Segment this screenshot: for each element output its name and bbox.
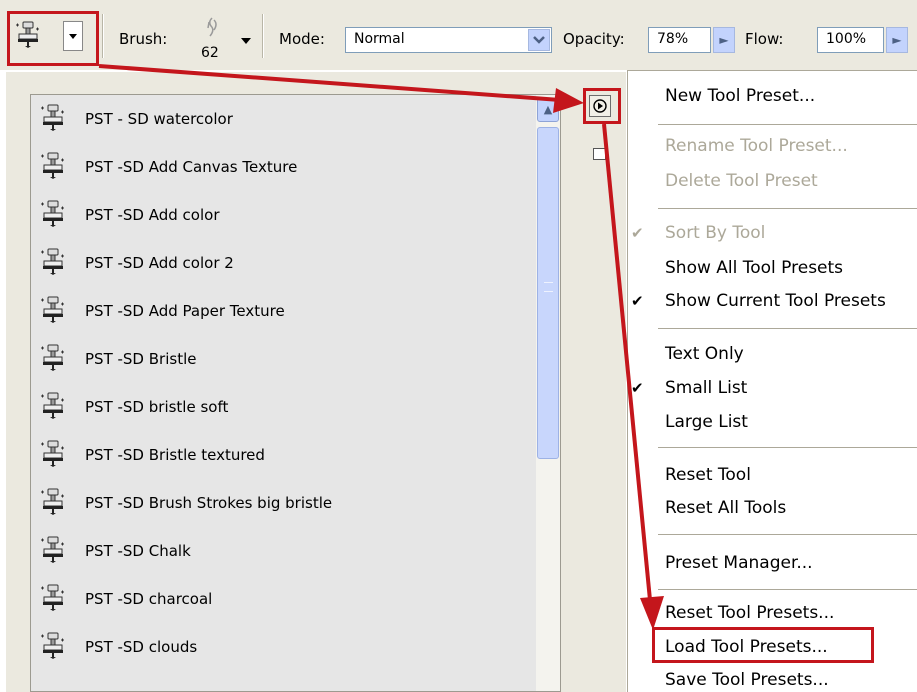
brush-dropdown-arrow-icon[interactable] — [241, 38, 251, 44]
preset-label: PST -SD clouds — [85, 638, 198, 656]
dock-to-palette-icon[interactable] — [593, 148, 606, 160]
preset-list-scrollbar[interactable]: ▲ — [536, 95, 560, 691]
brush-tip-icon — [207, 17, 217, 37]
menu-item-reset-all-tools[interactable]: Reset All Tools — [665, 497, 786, 519]
menu-item-new-tool-preset[interactable]: New Tool Preset... — [665, 85, 815, 107]
menu-item-reset-tool-presets[interactable]: Reset Tool Presets... — [665, 602, 834, 624]
menu-item-text-only[interactable]: Text Only — [665, 343, 744, 365]
flow-field[interactable]: 100% — [817, 27, 884, 53]
chevron-down-icon[interactable] — [528, 29, 550, 51]
preset-row[interactable]: PST -SD Chalk — [33, 529, 535, 573]
preset-label: PST -SD charcoal — [85, 590, 213, 608]
preset-row[interactable]: PST -SD Bristle textured — [33, 433, 535, 477]
preset-label: PST -SD Add Canvas Texture — [85, 158, 298, 176]
preset-row[interactable]: PST -SD clouds — [33, 625, 535, 669]
menu-item-small-list[interactable]: Small List — [665, 377, 747, 399]
brush-label: Brush: — [119, 30, 168, 48]
preset-label: PST -SD bristle soft — [85, 398, 229, 416]
stamp-tool-icon — [39, 439, 67, 467]
stamp-tool-icon — [39, 535, 67, 563]
preset-row[interactable]: PST -SD Add color — [33, 193, 535, 237]
toolbar-separator — [102, 14, 104, 58]
preset-label: PST - SD watercolor — [85, 110, 233, 128]
flow-slider-arrow-icon[interactable]: ► — [886, 27, 908, 53]
opacity-label: Opacity: — [563, 30, 625, 48]
grip-lines-icon — [544, 282, 553, 292]
stamp-tool-icon — [39, 631, 67, 659]
menu-item-reset-tool[interactable]: Reset Tool — [665, 464, 751, 486]
preset-row[interactable]: PST - SD watercolor — [33, 97, 535, 141]
preset-row[interactable]: PST -SD Add Canvas Texture — [33, 145, 535, 189]
stamp-tool-icon — [39, 199, 67, 227]
stamp-tool-icon — [39, 295, 67, 323]
preset-label: PST -SD Add Paper Texture — [85, 302, 285, 320]
menu-separator — [658, 534, 917, 535]
menu-item-save-tool-presets[interactable]: Save Tool Presets... — [665, 669, 829, 691]
stamp-tool-icon — [39, 343, 67, 371]
mode-select[interactable]: Normal — [345, 27, 552, 53]
preset-label: PST -SD Bristle — [85, 350, 197, 368]
menu-item-show-current-tool-presets[interactable]: Show Current Tool Presets — [665, 290, 886, 312]
highlight-box-tool-preset-picker — [7, 11, 99, 66]
flow-label: Flow: — [745, 30, 784, 48]
mode-value: Normal — [354, 31, 405, 47]
opacity-slider-arrow-icon[interactable]: ► — [713, 27, 735, 53]
preset-row[interactable]: PST -SD Brush Strokes big bristle — [33, 481, 535, 525]
scroll-up-arrow-icon[interactable]: ▲ — [537, 98, 559, 122]
menu-item-delete-tool-preset: Delete Tool Preset — [665, 171, 818, 191]
brush-size: 62 — [201, 45, 219, 61]
menu-item-sort-by-tool: Sort By Tool — [665, 223, 766, 243]
stamp-tool-icon — [39, 247, 67, 275]
preset-row[interactable]: PST -SD charcoal — [33, 577, 535, 621]
checkmark-icon: ✔ — [631, 224, 644, 242]
preset-label: PST -SD Add color 2 — [85, 254, 234, 272]
menu-separator — [658, 124, 917, 125]
menu-separator — [658, 589, 917, 590]
tool-preset-list: PST - SD watercolor PST -SD Add Canvas T… — [30, 94, 561, 692]
preset-label: PST -SD Bristle textured — [85, 446, 265, 464]
menu-separator — [658, 447, 917, 448]
preset-row[interactable]: PST -SD bristle soft — [33, 385, 535, 429]
checkmark-icon: ✔ — [631, 379, 644, 397]
menu-item-show-all-tool-presets[interactable]: Show All Tool Presets — [665, 257, 843, 279]
stamp-tool-icon — [39, 151, 67, 179]
preset-label: PST -SD Add color — [85, 206, 220, 224]
brush-preview[interactable]: 62 — [191, 14, 231, 64]
opacity-field[interactable]: 78% — [648, 27, 711, 53]
stamp-tool-icon — [39, 583, 67, 611]
menu-separator — [658, 208, 917, 209]
options-bar: Brush: 62 Mode: Normal Opacity: 78% ► Fl… — [0, 0, 917, 70]
scroll-thumb[interactable] — [537, 127, 559, 459]
highlight-box-panel-menu-button — [583, 88, 621, 124]
flow-value: 100% — [826, 31, 867, 47]
menu-separator — [658, 328, 917, 329]
preset-row[interactable]: PST -SD Add Paper Texture — [33, 289, 535, 333]
panel-flyout-menu: New Tool Preset... Rename Tool Preset...… — [627, 70, 917, 692]
stamp-tool-icon — [39, 391, 67, 419]
opacity-value: 78% — [657, 31, 689, 47]
menu-item-large-list[interactable]: Large List — [665, 411, 748, 433]
mode-label: Mode: — [279, 30, 325, 48]
menu-item-rename-tool-preset: Rename Tool Preset... — [665, 136, 848, 156]
checkmark-icon: ✔ — [631, 292, 644, 310]
stamp-tool-icon — [39, 103, 67, 131]
preset-row[interactable]: PST -SD Bristle — [33, 337, 535, 381]
toolbar-separator — [262, 14, 264, 58]
highlight-box-load-tool-presets — [652, 627, 874, 663]
preset-label: PST -SD Brush Strokes big bristle — [85, 494, 333, 512]
stamp-tool-icon — [39, 487, 67, 515]
preset-row[interactable]: PST -SD Add color 2 — [33, 241, 535, 285]
menu-item-preset-manager[interactable]: Preset Manager... — [665, 552, 813, 574]
preset-label: PST -SD Chalk — [85, 542, 191, 560]
